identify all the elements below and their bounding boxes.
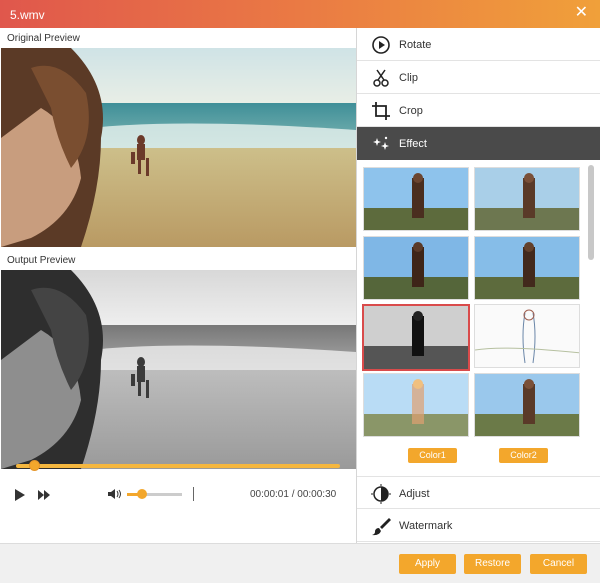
play-icon[interactable] [14,488,26,502]
output-preview-label: Output Preview [7,255,76,266]
effect-thumb-4[interactable] [474,236,580,300]
effect-thumb-3[interactable] [363,236,469,300]
close-icon[interactable]: ✕ [575,5,588,21]
menu-crop[interactable]: Crop [357,94,600,127]
apply-button[interactable]: Apply [399,554,456,574]
output-preview [1,270,356,469]
effect-thumb-8[interactable] [474,373,580,437]
rotate-icon [372,36,390,54]
volume-icon[interactable] [108,488,122,500]
timeline-thumb[interactable] [28,460,40,471]
menu-adjust[interactable]: Adjust [357,476,600,509]
menu-clip-label: Clip [399,72,418,84]
controls-divider [193,487,194,501]
current-time: 00:00:01 [250,489,289,500]
menu-effect-label: Effect [399,138,427,150]
original-preview [1,48,356,247]
menu-effect[interactable]: Effect [357,127,600,160]
bottom-bar: Apply Restore Cancel [0,543,600,583]
total-time: 00:00:30 [297,489,337,500]
contrast-icon [371,484,391,504]
title-bar: 5.wmv ✕ [0,0,600,28]
brush-icon [372,518,391,536]
time-display: 00:00:01 / 00:00:30 [250,489,336,500]
menu-crop-label: Crop [399,105,423,117]
time-separator: / [291,489,295,500]
menu-rotate[interactable]: Rotate [357,28,600,61]
effect-thumb-2[interactable] [474,167,580,231]
effect-thumb-6[interactable] [474,304,580,368]
menu-clip[interactable]: Clip [357,61,600,94]
effect-thumb-5[interactable] [362,304,470,371]
menu-watermark-label: Watermark [399,520,453,532]
restore-button[interactable]: Restore [464,554,521,574]
edit-panel: Rotate Clip Crop Effect Color1 Color2 Ad… [357,28,600,543]
effect-thumb-1[interactable] [363,167,469,231]
window-title: 5.wmv [10,8,45,22]
scissors-icon [373,69,389,87]
cancel-button[interactable]: Cancel [530,554,587,574]
fast-forward-icon[interactable] [38,490,50,500]
color1-button[interactable]: Color1 [408,448,457,463]
menu-watermark[interactable]: Watermark [357,509,600,542]
effects-scrollbar[interactable] [588,165,594,260]
effects-grid [357,160,600,470]
color2-button[interactable]: Color2 [499,448,548,463]
crop-icon [372,102,390,120]
original-preview-label: Original Preview [7,33,80,44]
effect-thumb-7[interactable] [363,373,469,437]
volume-thumb[interactable] [136,489,147,499]
timeline-slider[interactable] [16,460,340,471]
sparkle-icon [373,136,389,150]
menu-rotate-label: Rotate [399,39,432,51]
menu-adjust-label: Adjust [399,488,430,500]
